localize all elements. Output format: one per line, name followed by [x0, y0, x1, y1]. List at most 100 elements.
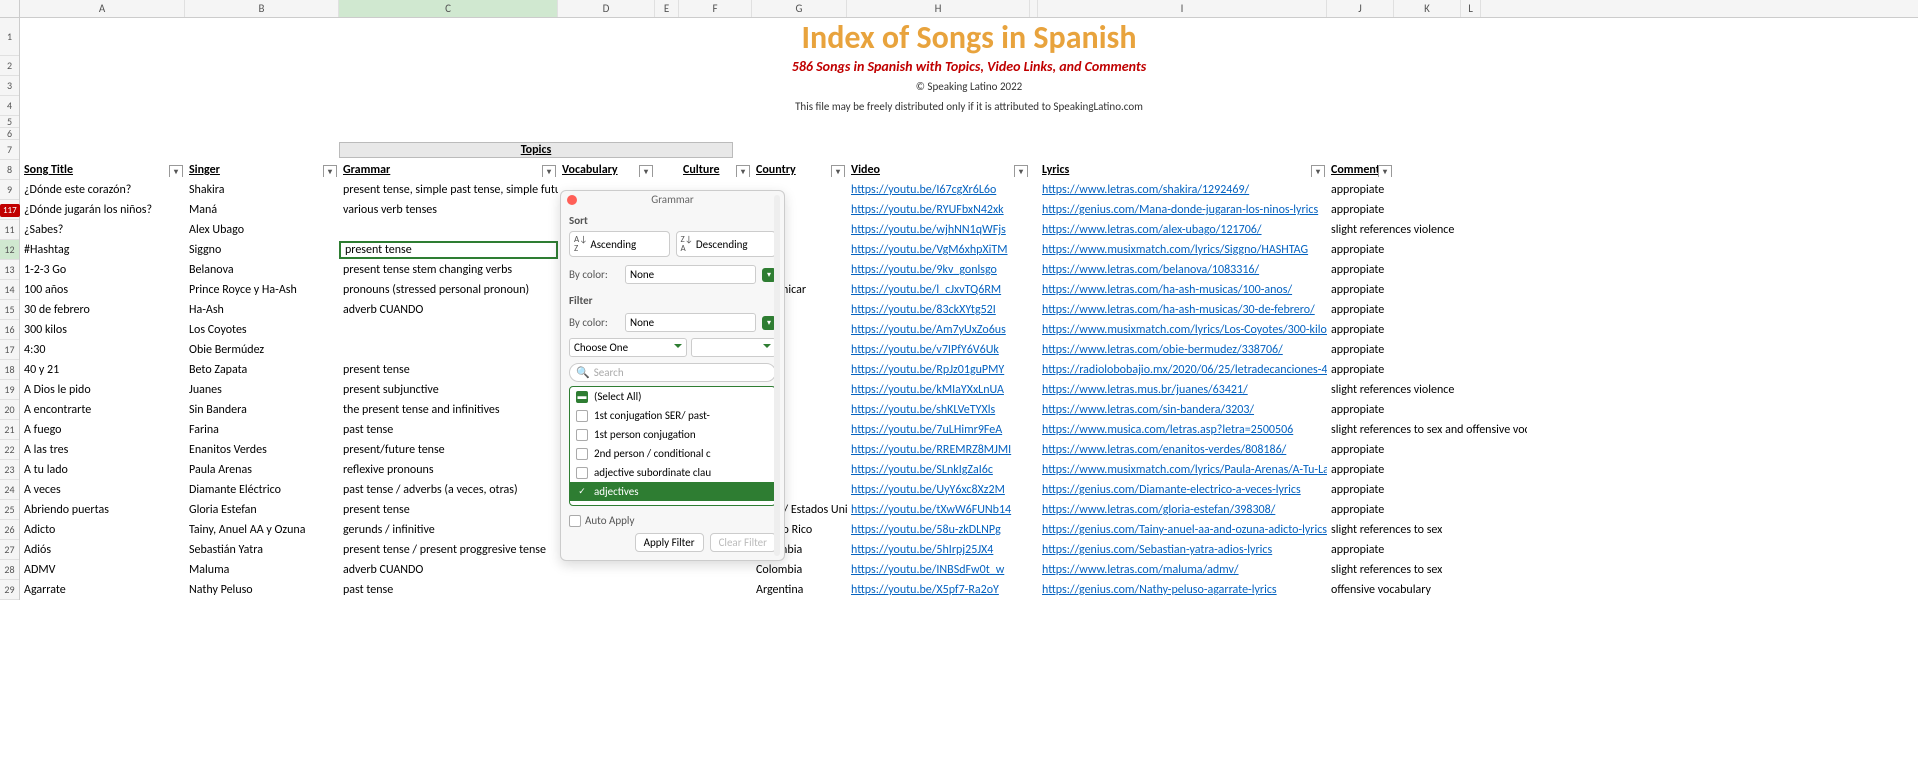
- singer-cell[interactable]: Obie Bermúdez: [185, 343, 339, 357]
- comments-cell[interactable]: appropiate: [1327, 463, 1527, 477]
- singer-cell[interactable]: Nathy Peluso: [185, 583, 339, 597]
- grammar-cell[interactable]: present tense stem changing verbs: [339, 263, 558, 277]
- song-title-cell[interactable]: Adicto: [20, 523, 185, 537]
- song-title-cell[interactable]: A veces: [20, 483, 185, 497]
- link[interactable]: https://youtu.be/shKLVeTYXls: [851, 403, 995, 417]
- song-title-cell[interactable]: Adiós: [20, 543, 185, 557]
- video-cell[interactable]: https://youtu.be/9kv_gonlsgo: [847, 263, 1030, 277]
- video-cell[interactable]: https://youtu.be/v7IPfY6V6Uk: [847, 343, 1030, 357]
- scrollbar[interactable]: [774, 386, 776, 506]
- filter-color-dropdown[interactable]: None: [625, 313, 756, 332]
- column-header[interactable]: L: [1461, 0, 1481, 17]
- song-title-cell[interactable]: Abriendo puertas: [20, 503, 185, 517]
- link[interactable]: https://youtu.be/7uLHimr9FeA: [851, 423, 1002, 437]
- column-header[interactable]: J: [1327, 0, 1394, 17]
- clear-filter-button[interactable]: Clear Filter: [710, 533, 776, 552]
- singer-cell[interactable]: Juanes: [185, 383, 339, 397]
- song-title-cell[interactable]: Agarrate: [20, 583, 185, 597]
- link[interactable]: https://www.letras.com/gloria-estefan/39…: [1042, 503, 1275, 517]
- filter-search-input[interactable]: 🔍 Search: [569, 363, 776, 382]
- video-cell[interactable]: https://youtu.be/SLnkIgZaI6c: [847, 463, 1030, 477]
- singer-cell[interactable]: Los Coyotes: [185, 323, 339, 337]
- singer-cell[interactable]: Paula Arenas: [185, 463, 339, 477]
- singer-cell[interactable]: Sebastián Yatra: [185, 543, 339, 557]
- link[interactable]: https://youtu.be/RREMRZ8MJMI: [851, 443, 1011, 457]
- row-header[interactable]: 12: [0, 240, 19, 260]
- comments-cell[interactable]: appropiate: [1327, 363, 1527, 377]
- song-title-cell[interactable]: 30 de febrero: [20, 303, 185, 317]
- video-cell[interactable]: https://youtu.be/58u-zkDLNPg: [847, 523, 1030, 537]
- video-cell[interactable]: https://youtu.be/l_cJxvTQ6RM: [847, 283, 1030, 297]
- row-header[interactable]: 21: [0, 420, 19, 440]
- row-header[interactable]: 4: [0, 96, 19, 116]
- song-title-cell[interactable]: ¿Sabes?: [20, 223, 185, 237]
- comments-cell[interactable]: slight references to sex: [1327, 523, 1527, 537]
- apply-filter-button[interactable]: Apply Filter: [635, 533, 704, 552]
- row-header[interactable]: 17: [0, 340, 19, 360]
- singer-cell[interactable]: Tainy, Anuel AA y Ozuna: [185, 523, 339, 537]
- lyrics-cell[interactable]: https://www.musixmatch.com/lyrics/Los-Co…: [1038, 323, 1327, 337]
- row-header[interactable]: 2: [0, 56, 19, 76]
- row-header[interactable]: 25: [0, 500, 19, 520]
- comments-cell[interactable]: slight references to sex: [1327, 563, 1527, 577]
- filter-button[interactable]: ▾: [323, 165, 337, 177]
- song-title-cell[interactable]: A las tres: [20, 443, 185, 457]
- lyrics-cell[interactable]: https://www.letras.com/alex-ubago/121706…: [1038, 223, 1327, 237]
- grammar-cell[interactable]: pronouns (stressed personal pronoun): [339, 283, 558, 297]
- lyrics-cell[interactable]: https://www.letras.com/ha-ash-musicas/30…: [1038, 303, 1327, 317]
- lyrics-cell[interactable]: https://www.letras.mus.br/juanes/63421/: [1038, 383, 1327, 397]
- column-header[interactable]: D: [558, 0, 655, 17]
- lyrics-cell[interactable]: https://genius.com/Sebastian-yatra-adios…: [1038, 543, 1327, 557]
- singer-cell[interactable]: Enanitos Verdes: [185, 443, 339, 457]
- grammar-cell[interactable]: present/future tense: [339, 443, 558, 457]
- link[interactable]: https://www.letras.com/obie-bermudez/338…: [1042, 343, 1283, 357]
- column-header[interactable]: G: [752, 0, 847, 17]
- comments-cell[interactable]: appropiate: [1327, 343, 1527, 357]
- singer-cell[interactable]: Prince Royce y Ha-Ash: [185, 283, 339, 297]
- column-header[interactable]: F: [679, 0, 752, 17]
- song-title-cell[interactable]: ¿Dónde este corazón?: [20, 183, 185, 197]
- grammar-cell[interactable]: the present tense and infinitives: [339, 403, 558, 417]
- video-cell[interactable]: https://youtu.be/I67cgXr6L6o: [847, 183, 1030, 197]
- column-header[interactable]: B: [185, 0, 339, 17]
- filter-button[interactable]: ▾: [736, 165, 750, 177]
- video-cell[interactable]: https://youtu.be/RREMRZ8MJMI: [847, 443, 1030, 457]
- singer-cell[interactable]: Gloria Estefan: [185, 503, 339, 517]
- row-header[interactable]: 14: [0, 280, 19, 300]
- grammar-cell[interactable]: present tense / present proggresive tens…: [339, 543, 558, 557]
- song-title-cell[interactable]: A encontrarte: [20, 403, 185, 417]
- row-header[interactable]: 13: [0, 260, 19, 280]
- filter-list-item[interactable]: adjective subordinate clau: [570, 463, 775, 482]
- video-cell[interactable]: https://youtu.be/INBSdFw0t_w: [847, 563, 1030, 577]
- link[interactable]: https://www.letras.com/shakira/1292469/: [1042, 183, 1249, 197]
- link[interactable]: https://youtu.be/9kv_gonlsgo: [851, 263, 997, 277]
- video-cell[interactable]: https://youtu.be/tXwW6FUNb14: [847, 503, 1030, 517]
- link[interactable]: https://youtu.be/INBSdFw0t_w: [851, 563, 1004, 577]
- singer-cell[interactable]: Shakira: [185, 183, 339, 197]
- column-header[interactable]: [1030, 0, 1038, 17]
- song-title-cell[interactable]: A fuego: [20, 423, 185, 437]
- song-title-cell[interactable]: 4:30: [20, 343, 185, 357]
- comments-cell[interactable]: appropiate: [1327, 263, 1527, 277]
- lyrics-cell[interactable]: https://genius.com/Tainy-anuel-aa-and-oz…: [1038, 523, 1327, 537]
- sort-descending-button[interactable]: Z↓A Descending: [676, 231, 777, 257]
- grammar-cell[interactable]: past tense / adverbs (a veces, otras): [339, 483, 558, 497]
- comments-cell[interactable]: appropiate: [1327, 403, 1527, 417]
- comments-cell[interactable]: slight references violence: [1327, 223, 1527, 237]
- filter-button[interactable]: ▾: [542, 165, 556, 177]
- link[interactable]: https://www.letras.com/maluma/admv/: [1042, 563, 1239, 577]
- column-header[interactable]: H: [847, 0, 1030, 17]
- auto-apply-row[interactable]: Auto Apply: [561, 512, 784, 529]
- grammar-cell[interactable]: past tense: [339, 423, 558, 437]
- singer-cell[interactable]: Belanova: [185, 263, 339, 277]
- link[interactable]: https://youtu.be/Am7yUxZo6us: [851, 323, 1006, 337]
- video-cell[interactable]: https://youtu.be/UyY6xc8Xz2M: [847, 483, 1030, 497]
- grammar-cell[interactable]: present tense: [339, 503, 558, 517]
- lyrics-cell[interactable]: https://genius.com/Mana-donde-jugaran-lo…: [1038, 203, 1327, 217]
- close-icon[interactable]: [567, 195, 577, 205]
- lyrics-cell[interactable]: https://www.letras.com/shakira/1292469/: [1038, 183, 1327, 197]
- row-header[interactable]: 20: [0, 400, 19, 420]
- country-cell[interactable]: Argentina: [752, 583, 847, 597]
- link[interactable]: https://genius.com/Nathy-peluso-agarrate…: [1042, 583, 1277, 597]
- filter-list-item[interactable]: adjectives / gerunds / pres: [570, 501, 775, 506]
